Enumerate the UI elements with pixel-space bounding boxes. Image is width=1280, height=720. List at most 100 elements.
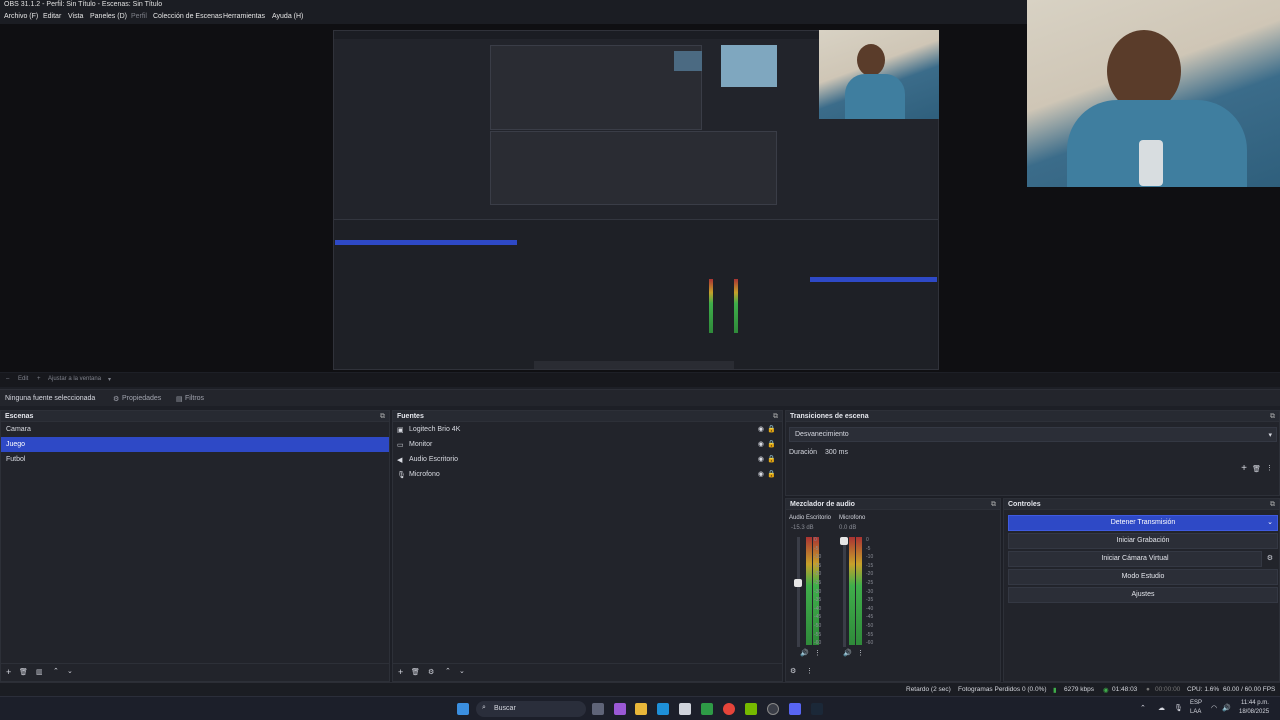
lock-icon[interactable]: 🔒 — [767, 470, 776, 478]
monitor-icon: ▭ — [397, 442, 404, 449]
chevron-down-icon[interactable]: ▾ — [108, 376, 111, 383]
speaker-icon[interactable]: 🔊 — [843, 649, 852, 657]
more-icon[interactable]: ⋮ — [806, 667, 813, 675]
studio-mode-button[interactable]: Modo Estudio — [1008, 569, 1278, 585]
menu-coleccion[interactable]: Colección de Escenas — [153, 13, 222, 20]
trash-icon[interactable]: 🗑 — [411, 668, 420, 676]
zoom-in-icon[interactable]: + — [37, 376, 41, 382]
scene-item[interactable]: Camara — [1, 422, 389, 437]
db-tick: -45 — [866, 614, 874, 621]
scene-item-selected[interactable]: Juego — [1, 437, 389, 452]
menu-herramientas[interactable]: Herramientas — [223, 13, 265, 20]
lock-icon[interactable]: 🔒 — [767, 455, 776, 463]
filter-icon[interactable]: ▥ — [36, 668, 43, 676]
menu-paneles[interactable]: Paneles (D) — [90, 13, 127, 20]
trash-icon[interactable]: 🗑 — [19, 668, 28, 676]
tray-chevron-icon[interactable]: ⌃ — [1140, 704, 1146, 712]
clock-date[interactable]: 18/08/2025 — [1239, 709, 1269, 715]
menu-ayuda[interactable]: Ayuda (H) — [272, 13, 303, 20]
duration-input[interactable]: 300 ms — [821, 445, 1274, 459]
dock-float-icon[interactable]: ⧉ — [773, 413, 778, 421]
trash-icon[interactable]: 🗑 — [1252, 465, 1261, 473]
visibility-eye-icon[interactable]: ◉ — [758, 440, 764, 448]
source-item[interactable]: 🎙 Microfono ◉ 🔒 — [393, 467, 782, 482]
microphone-icon[interactable]: 🎙 — [1174, 704, 1183, 712]
copilot-icon[interactable] — [614, 703, 626, 715]
edge-icon[interactable] — [657, 703, 669, 715]
filters-button[interactable]: Filtros — [185, 395, 204, 402]
menu-editar[interactable]: Editar — [43, 13, 61, 20]
windows-start-icon[interactable] — [457, 703, 469, 715]
menu-archivo[interactable]: Archivo (F) — [4, 13, 38, 20]
source-item[interactable]: ◀ Audio Escritorio ◉ 🔒 — [393, 452, 782, 467]
add-icon[interactable]: + — [398, 667, 403, 677]
search-box[interactable]: ⌕ Buscar — [476, 701, 586, 717]
visibility-eye-icon[interactable]: ◉ — [758, 470, 764, 478]
lock-icon[interactable]: 🔒 — [767, 440, 776, 448]
dock-float-icon[interactable]: ⧉ — [380, 413, 385, 421]
cloud-icon[interactable]: ☁ — [1158, 704, 1165, 712]
channel-name: Microfono — [839, 515, 866, 521]
gear-icon[interactable]: ⚙ — [1267, 554, 1273, 562]
transition-select[interactable]: Desvanecimiento ▾ — [789, 427, 1277, 442]
preview-canvas[interactable] — [0, 0, 1280, 372]
scene-item[interactable]: Futbol — [1, 452, 389, 467]
obs-icon[interactable] — [767, 703, 779, 715]
add-icon[interactable]: + — [1241, 463, 1247, 474]
stop-stream-button[interactable]: Detener Transmisión ⌄ — [1008, 515, 1278, 531]
menu-vista[interactable]: Vista — [68, 13, 83, 20]
db-tick: 0 — [866, 537, 869, 543]
visibility-eye-icon[interactable]: ◉ — [758, 455, 764, 463]
lock-icon[interactable]: 🔒 — [767, 425, 776, 433]
settings-icon[interactable]: ⚙ — [790, 667, 796, 675]
more-icon[interactable]: ⋮ — [857, 649, 864, 657]
stream-time: 01:48:03 — [1112, 686, 1138, 693]
properties-button[interactable]: Propiedades — [122, 395, 161, 402]
settings-button[interactable]: Ajustes — [1008, 587, 1278, 603]
duration-label: Duración — [789, 449, 818, 456]
volume-icon[interactable]: 🔊 — [1222, 704, 1231, 712]
source-item[interactable]: ▭ Monitor ◉ 🔒 — [393, 437, 782, 452]
db-tick: -40 — [814, 605, 822, 612]
file-explorer-icon[interactable] — [635, 703, 647, 715]
volume-slider-handle[interactable] — [840, 537, 848, 545]
clock-time[interactable]: 11:44 p.m. — [1241, 700, 1269, 706]
up-arrow-icon[interactable]: ⌃ — [445, 667, 451, 675]
cpu-status: CPU: 1.6% — [1187, 686, 1220, 693]
add-icon[interactable]: + — [6, 667, 11, 677]
up-arrow-icon[interactable]: ⌃ — [53, 667, 59, 675]
dock-float-icon[interactable]: ⧉ — [1270, 501, 1275, 509]
db-tick: -45 — [814, 614, 822, 621]
steam-icon[interactable] — [811, 703, 823, 715]
chrome-icon[interactable] — [723, 703, 735, 715]
menu-perfil[interactable]: Perfil — [131, 13, 147, 20]
volume-slider-handle[interactable] — [794, 579, 802, 587]
down-arrow-icon[interactable]: ⌄ — [459, 667, 465, 675]
gear-icon[interactable]: ⚙ — [428, 668, 434, 676]
source-item[interactable]: ▣ Logitech Brio 4K ◉ 🔒 — [393, 422, 782, 437]
dock-float-icon[interactable]: ⧉ — [991, 501, 996, 509]
start-recording-button[interactable]: Iniciar Grabación — [1008, 533, 1278, 549]
zoom-out-icon[interactable]: – — [6, 376, 9, 382]
down-arrow-icon[interactable]: ⌄ — [67, 667, 73, 675]
start-virtual-camera-button[interactable]: Iniciar Cámara Virtual — [1008, 551, 1262, 567]
chevron-down-icon[interactable]: ⌄ — [1267, 516, 1273, 530]
more-icon[interactable]: ⋮ — [814, 649, 821, 657]
db-tick: 0 — [814, 537, 817, 543]
sources-dock: Fuentes ⧉ ▣ Logitech Brio 4K ◉ 🔒 ▭ Monit… — [392, 410, 783, 682]
volume-slider[interactable] — [843, 537, 846, 647]
speaker-icon[interactable]: 🔊 — [800, 649, 809, 657]
nvidia-icon[interactable] — [745, 703, 757, 715]
more-icon[interactable]: ⋮ — [1266, 464, 1273, 472]
volume-slider[interactable] — [797, 537, 800, 647]
visibility-eye-icon[interactable]: ◉ — [758, 425, 764, 433]
store-icon[interactable] — [679, 703, 691, 715]
task-view-icon[interactable] — [592, 703, 604, 715]
db-tick: -50 — [814, 623, 822, 629]
wifi-icon[interactable]: ◠ — [1211, 704, 1217, 712]
xbox-icon[interactable] — [701, 703, 713, 715]
discord-icon[interactable] — [789, 703, 801, 715]
language-label[interactable]: ESP — [1190, 700, 1202, 706]
dock-float-icon[interactable]: ⧉ — [1270, 413, 1275, 421]
fit-window-label[interactable]: Ajustar a la ventana — [48, 376, 101, 382]
